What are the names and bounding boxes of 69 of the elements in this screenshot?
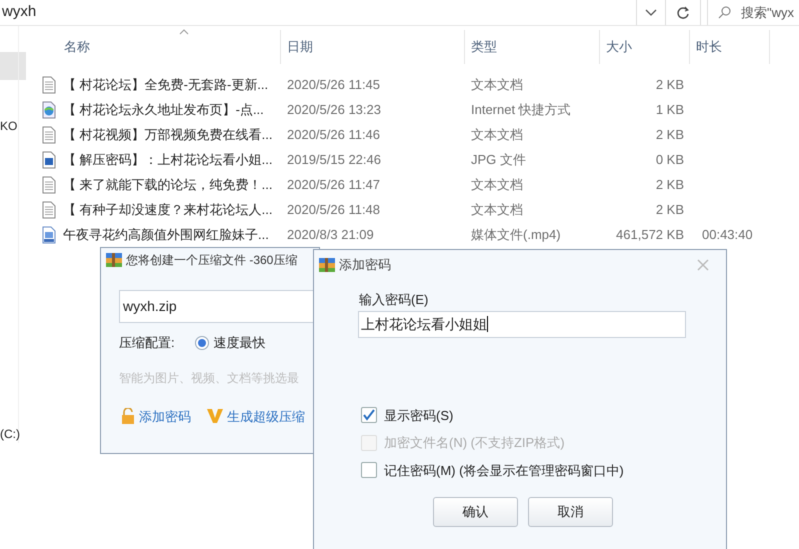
dialog-link[interactable]: 生成超级压缩 [207,406,305,426]
video-file-icon [41,226,57,244]
text-file-icon [41,176,57,194]
text-file-icon [41,76,57,94]
config-label: 压缩配置: [119,334,175,352]
checkbox-label[interactable]: 显示密码(S) [384,406,454,425]
file-type: Internet 快捷方式 [470,100,572,119]
dialog-button[interactable]: 确认 [433,497,518,527]
password-field[interactable]: 上村花论坛看小姐姐 [358,310,686,338]
refresh-button[interactable] [665,0,701,25]
checkbox[interactable] [361,462,377,478]
file-date: 2020/5/26 11:47 [286,176,382,194]
image-file-icon [41,150,57,168]
file-duration: 00:43:40 [701,226,753,244]
file-date: 2020/5/26 13:23 [286,100,382,119]
dialog-title: 添加密码 [339,256,391,274]
radio-label[interactable]: 速度最快 [214,333,266,352]
refresh-icon [676,6,690,20]
file-size: 1 KB [654,100,685,119]
file-size: 2 KB [654,126,685,144]
file-date: 2019/5/15 22:46 [286,150,382,169]
archive-app-icon [106,252,122,268]
file-type: JPG 文件 [470,150,527,169]
file-name[interactable]: 【 解压密码】：上村花论坛看小姐... [63,150,272,170]
column-header[interactable]: 日期 [281,30,465,64]
file-size: 2 KB [654,176,685,194]
file-name[interactable]: 【 来了就能下载的论坛，纯免费！... [63,174,272,194]
file-type: 文本文档 [470,176,524,194]
file-type: 文本文档 [470,126,524,144]
checkbox-label[interactable]: 记住密码(M) (将会显示在管理密码窗口中) [384,460,624,480]
file-date: 2020/5/26 11:48 [286,200,382,219]
file-type: 文本文档 [470,200,524,219]
internet-shortcut-icon [41,100,57,118]
archive-app-icon [319,257,335,273]
file-type: 媒体文件(.mp4) [470,226,562,244]
file-date: 2020/5/26 11:45 [286,76,382,94]
text-file-icon [41,126,57,144]
search-icon [718,6,731,19]
file-size: 2 KB [654,200,685,219]
nav-item[interactable]: KO [0,117,18,135]
file-size: 461,572 KB [615,226,685,244]
dialog-button[interactable]: 取消 [528,497,613,527]
column-header[interactable]: 名称 [19,30,281,64]
dialog-link[interactable]: 添加密码 [121,406,191,426]
file-date: 2020/8/3 21:09 [286,226,375,244]
file-name[interactable]: 【 村花论坛】全免费-无套路-更新... [63,74,268,94]
column-header[interactable]: 时长 [690,30,770,64]
column-header[interactable]: 大小 [600,30,690,64]
file-name[interactable]: 午夜寻花约高颜值外围网红脸妹子... [63,224,269,244]
file-name[interactable]: 【 村花论坛永久地址发布页】-点... [63,100,264,120]
padlock-icon [121,408,135,425]
hint-text: 智能为图片、视频、文档等挑选最 [119,370,300,386]
checkbox[interactable] [361,407,377,424]
search-field[interactable]: 搜索"wyx [707,0,799,25]
field-label: 输入密码(E) [359,291,430,309]
file-date: 2020/5/26 11:46 [286,126,382,144]
address-bar[interactable]: wyxh [0,0,637,25]
text-file-icon [41,200,57,218]
dialog-title: 您将创建一个压缩文件 -360压缩 [126,252,298,269]
file-name[interactable]: 【 村花视频】万部视频免费在线看... [63,124,272,144]
file-type: 文本文档 [470,76,524,94]
file-size: 2 KB [654,76,685,94]
file-name[interactable]: 【 有种子却没速度？来村花论坛人... [63,200,272,220]
chevron-down-icon[interactable] [645,8,657,16]
radio-button[interactable] [194,336,209,350]
column-header[interactable]: 类型 [465,30,600,64]
file-size: 0 KB [654,150,685,169]
nav-item[interactable]: (C:) [0,425,20,443]
v-logo-icon [207,408,223,424]
